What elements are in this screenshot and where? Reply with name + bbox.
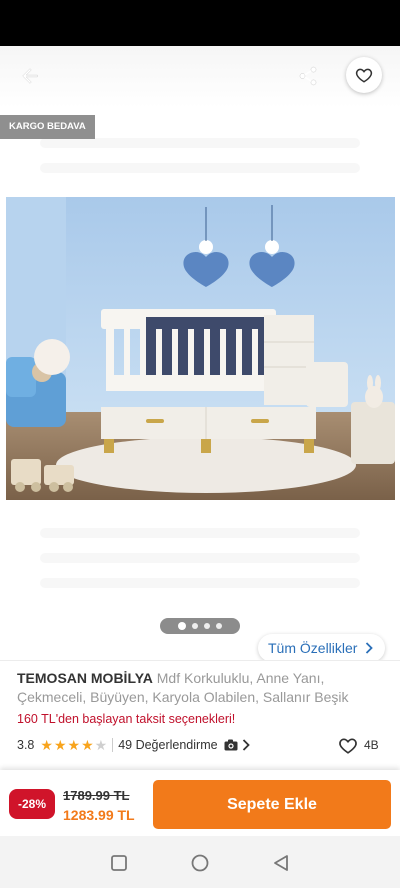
gallery-background [40, 553, 360, 563]
favorite-count-label: 4B [364, 738, 379, 752]
gallery-pager[interactable] [160, 618, 240, 634]
heart-outline-icon [355, 68, 373, 83]
pager-dot-active[interactable] [178, 622, 186, 630]
product-image[interactable] [6, 197, 395, 500]
recent-apps-icon[interactable] [111, 855, 127, 871]
gallery-background [40, 528, 360, 538]
pager-dot[interactable] [216, 623, 222, 629]
chevron-right-icon [366, 642, 374, 654]
share-icon [299, 66, 317, 86]
divider [112, 738, 114, 752]
gallery-background [40, 578, 360, 588]
pager-dot[interactable] [192, 623, 198, 629]
top-bar [0, 46, 400, 108]
camera-icon [224, 739, 238, 751]
star-rating: ★ ★ ★ ★ ★ [40, 738, 107, 752]
share-button[interactable] [292, 60, 324, 92]
back-button[interactable] [14, 60, 46, 92]
review-count[interactable]: 49 Değerlendirme [118, 738, 217, 752]
product-title: TEMOSAN MOBİLYA Mdf Korkuluklu, Anne Yan… [17, 669, 385, 707]
star-full-icon: ★ [40, 737, 53, 753]
gallery-background [40, 138, 360, 148]
star-full-icon: ★ [53, 737, 67, 753]
star-empty-icon: ★ [94, 737, 108, 753]
rating-score: 3.8 [17, 738, 35, 752]
system-nav-bar [0, 836, 400, 888]
rating-row[interactable]: 3.8 ★ ★ ★ ★ ★ 49 Değerlendirme [17, 736, 385, 754]
free-shipping-badge: KARGO BEDAVA [0, 115, 95, 139]
gallery-background [40, 163, 360, 173]
installment-info[interactable]: 160 TL'den başlayan taksit seçenekleri! [17, 712, 235, 726]
star-full-icon: ★ [67, 737, 81, 753]
heart-outline-icon [339, 738, 357, 754]
original-price: 1789.99 TL [63, 788, 130, 803]
back-nav-icon[interactable] [273, 854, 289, 872]
add-to-cart-button[interactable]: Sepete Ekle [153, 780, 391, 829]
sale-price: 1283.99 TL [63, 807, 135, 823]
status-bar [0, 0, 400, 46]
discount-badge: -28% [9, 789, 55, 819]
arrow-left-icon [22, 68, 38, 84]
brand-name[interactable]: TEMOSAN MOBİLYA [17, 670, 153, 686]
all-specs-label: Tüm Özellikler [268, 640, 358, 656]
chevron-right-icon [242, 739, 250, 751]
home-icon[interactable] [191, 854, 209, 872]
all-specs-button[interactable]: Tüm Özellikler [258, 634, 386, 662]
star-full-icon: ★ [81, 737, 94, 753]
favorite-button[interactable] [346, 57, 382, 93]
favorite-count[interactable]: 4B [338, 736, 379, 754]
pager-dot[interactable] [204, 623, 210, 629]
